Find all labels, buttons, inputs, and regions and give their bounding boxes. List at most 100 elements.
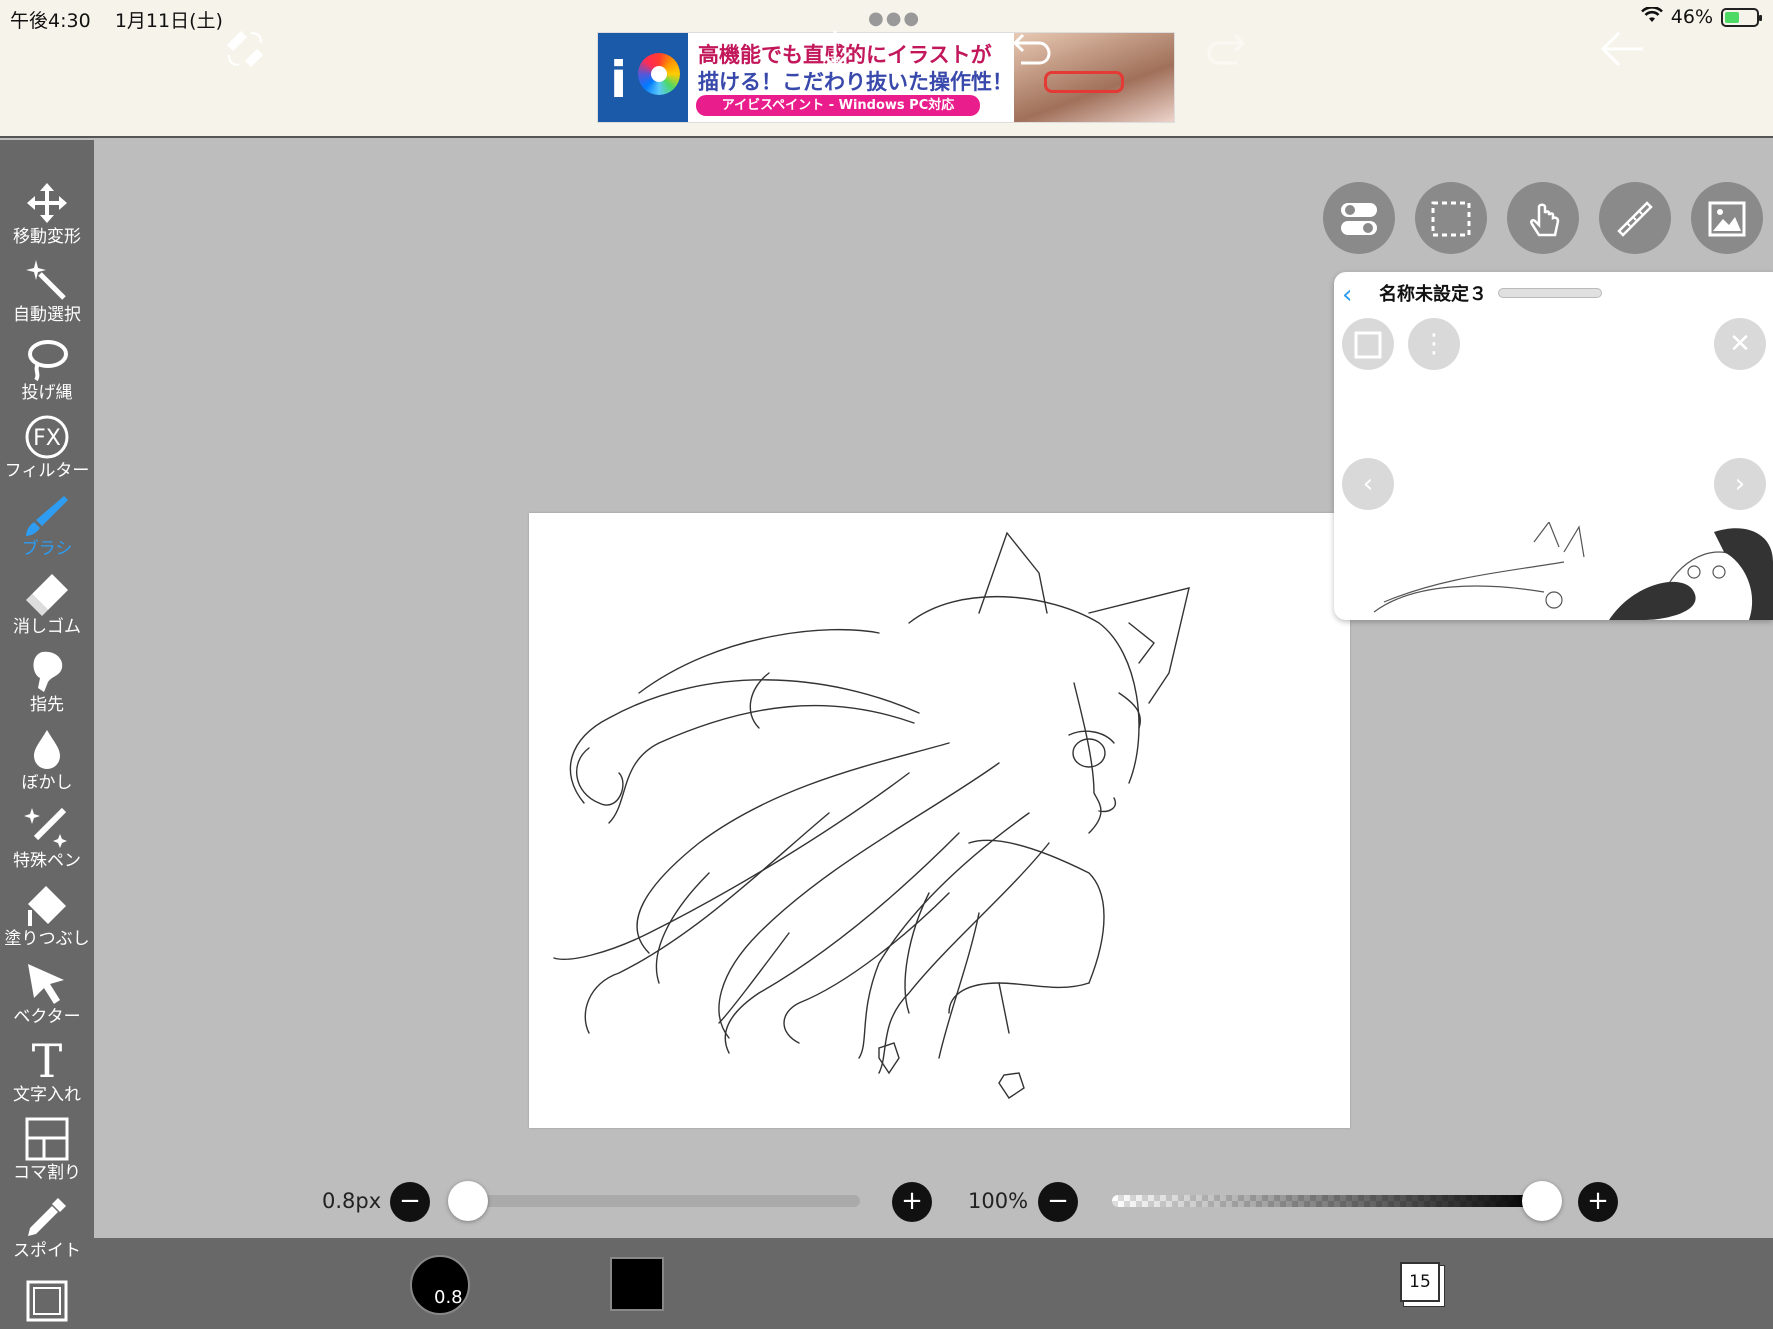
redo-button[interactable] <box>1200 20 1254 74</box>
tool-magic-wand[interactable]: 自動選択 <box>0 258 94 336</box>
blur-icon <box>0 726 94 772</box>
tool-eraser[interactable]: 消しゴム <box>0 570 94 648</box>
reference-opacity-slider[interactable] <box>1498 288 1602 298</box>
redo-icon <box>1205 24 1249 70</box>
brush-opacity-decrease-button[interactable]: − <box>1038 1182 1078 1222</box>
tool-fill[interactable]: 塗りつぶし <box>0 882 94 960</box>
layers-button[interactable]: 15 <box>1400 1262 1440 1302</box>
tool-label: 文字入れ <box>13 1085 81 1105</box>
tool-label: 自動選択 <box>13 305 81 325</box>
eyedropper-icon <box>0 1194 94 1240</box>
arrow-down-icon <box>813 24 857 70</box>
drawing-canvas[interactable] <box>529 513 1350 1128</box>
ad-banner[interactable]: i 高機能でも直感的にイラストが 描ける！こだわり抜いた操作性！ アイビスペイン… <box>597 32 1175 123</box>
finger-icon <box>0 648 94 694</box>
reference-title: 名称未設定３ <box>1379 284 1487 305</box>
tool-label: スポイト <box>13 1241 81 1261</box>
battery-percent: 46% <box>1670 6 1713 28</box>
tool-label: 指先 <box>30 695 64 715</box>
transform-tool-button[interactable] <box>218 20 272 74</box>
color-swatch-button[interactable] <box>610 1257 664 1311</box>
tool-blur[interactable]: ぼかし <box>0 726 94 804</box>
tool-label: ぼかし <box>21 773 73 793</box>
line-art-sketch <box>553 531 1190 1099</box>
status-time-text: 午後4:30 <box>10 10 91 32</box>
tool-sidebar: 移動変形 自動選択 投げ縄 FX フィルター ブラシ 消しゴム 指先 ぼかし 特… <box>0 140 94 1329</box>
battery-icon <box>1721 7 1762 27</box>
back-button[interactable] <box>1596 20 1650 74</box>
tool-move-transform[interactable]: 移動変形 <box>0 180 94 258</box>
tool-frame-divider[interactable]: コマ割り <box>0 1116 94 1194</box>
tool-label: フィルター <box>4 461 90 481</box>
tool-label: 消しゴム <box>13 617 81 637</box>
brush-opacity-slider[interactable] <box>1112 1195 1542 1207</box>
brush-opacity-increase-button[interactable]: + <box>1578 1182 1618 1222</box>
tool-label: 特殊ペン <box>13 851 81 871</box>
multitask-dots-icon[interactable]: ●●● <box>868 8 921 29</box>
undo-button[interactable] <box>1004 20 1058 74</box>
ruler-button[interactable] <box>1599 182 1671 254</box>
move-icon <box>0 180 94 226</box>
reference-next-button[interactable]: › <box>1714 458 1766 510</box>
battery-fill <box>1725 11 1739 23</box>
ruler-icon <box>1615 200 1655 237</box>
brush-opacity-slider-thumb[interactable] <box>1522 1181 1562 1221</box>
reference-close-button[interactable]: ✕ <box>1714 318 1766 370</box>
reference-window: ‹ 名称未設定３ ⋮ ✕ ‹ › <box>1334 272 1773 620</box>
brush-icon <box>0 492 94 538</box>
brush-size-indicator[interactable]: 0.8 <box>410 1255 470 1315</box>
ad-tagline: アイビスペイント - Windows PC対応 <box>696 95 980 116</box>
tool-finger[interactable]: 指先 <box>0 648 94 726</box>
reference-image-button[interactable] <box>1691 182 1763 254</box>
chevron-right-icon: › <box>1734 469 1746 499</box>
more-vertical-icon: ⋮ <box>1421 329 1447 359</box>
brush-size-slider[interactable] <box>468 1195 860 1207</box>
minus-icon: − <box>399 1186 421 1216</box>
lasso-icon <box>0 336 94 382</box>
chevron-left-icon: ‹ <box>1362 469 1374 499</box>
plus-icon: + <box>901 1186 923 1216</box>
frame-divider-icon <box>0 1116 94 1162</box>
bucket-icon <box>0 882 94 928</box>
tool-canvas[interactable] <box>0 1280 94 1326</box>
close-icon: ✕ <box>1729 329 1751 359</box>
chevron-left-icon[interactable]: ‹ <box>1342 280 1352 310</box>
eraser-icon <box>0 570 94 616</box>
tool-label: 塗りつぶし <box>4 929 90 949</box>
reference-menu-button[interactable]: ⋮ <box>1408 318 1460 370</box>
brush-size-slider-thumb[interactable] <box>448 1181 488 1221</box>
tool-filter[interactable]: FX フィルター <box>0 414 94 492</box>
tool-text[interactable]: T 文字入れ <box>0 1038 94 1116</box>
tool-eyedropper[interactable]: スポイト <box>0 1194 94 1272</box>
square-icon <box>1353 329 1383 359</box>
tool-brush[interactable]: ブラシ <box>0 492 94 570</box>
brush-size-decrease-button[interactable]: − <box>390 1182 430 1222</box>
reference-prev-button[interactable]: ‹ <box>1342 458 1394 510</box>
brush-size-increase-button[interactable]: + <box>892 1182 932 1222</box>
brush-size-value: 0.8px <box>322 1189 382 1213</box>
selection-rectangle-icon <box>1431 200 1471 236</box>
brush-opacity-value: 100% <box>968 1189 1029 1213</box>
reference-frame-button[interactable] <box>1342 318 1394 370</box>
arrow-left-icon <box>1599 24 1647 70</box>
image-icon <box>1707 200 1747 236</box>
tool-label: ブラシ <box>21 539 73 559</box>
ibis-paint-logo-icon: i <box>598 33 688 122</box>
plus-icon: + <box>1587 1186 1609 1216</box>
fx-icon: FX <box>0 414 94 460</box>
undo-icon <box>1009 24 1053 70</box>
tool-vector[interactable]: ベクター <box>0 960 94 1038</box>
toggle-icon <box>1339 200 1379 235</box>
settings-toggle-button[interactable] <box>1323 182 1395 254</box>
layer-count: 15 <box>1409 1272 1431 1292</box>
selection-button[interactable] <box>1415 182 1487 254</box>
touch-mode-button[interactable] <box>1507 182 1579 254</box>
pen-swap-icon <box>221 24 269 70</box>
status-right: 46% <box>1640 6 1762 28</box>
tool-special-pen[interactable]: 特殊ペン <box>0 804 94 882</box>
tool-lasso[interactable]: 投げ縄 <box>0 336 94 414</box>
special-pen-icon <box>0 804 94 850</box>
layer-down-button[interactable] <box>808 20 862 74</box>
status-date: 1月11日(土) <box>114 10 223 32</box>
tool-label: 移動変形 <box>13 227 81 247</box>
